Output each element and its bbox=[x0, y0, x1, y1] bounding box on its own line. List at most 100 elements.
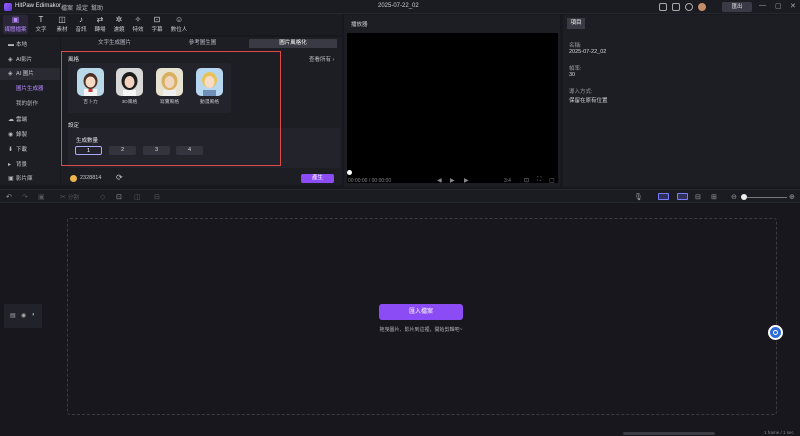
crop-icon[interactable]: ⊡ bbox=[116, 193, 122, 201]
refresh-icon[interactable]: ⟳ bbox=[116, 173, 123, 182]
style-card-ghibli[interactable]: 吉卜力 bbox=[77, 68, 104, 105]
fps-label: 幀率: bbox=[569, 66, 582, 72]
next-frame-icon[interactable]: ▶ bbox=[464, 177, 469, 184]
tab-image-to-image[interactable]: 參考圖生圖 bbox=[165, 39, 240, 48]
credit-balance: 2328814 bbox=[80, 175, 102, 181]
sidebar-item-label: 本地 bbox=[16, 42, 28, 48]
count-option-2[interactable]: 2 bbox=[109, 146, 136, 155]
marker-icon[interactable]: ◇ bbox=[100, 193, 105, 201]
app-name: HitPaw Edimakor bbox=[15, 3, 62, 9]
track-audio-icon[interactable]: ◐ bbox=[32, 312, 36, 318]
sidebar-item-label: 雲端 bbox=[16, 117, 28, 123]
fps-value: 30 bbox=[569, 72, 576, 78]
tool-effect[interactable]: ✧ 特效 bbox=[130, 15, 146, 34]
style-card-3d[interactable]: 3D風格 bbox=[116, 68, 143, 105]
sidebar-item-ai-image[interactable]: ◈ AI 圖片 bbox=[0, 68, 60, 80]
tool-sticker[interactable]: ◫ 素材 bbox=[54, 15, 70, 34]
close-icon[interactable]: ✕ bbox=[790, 2, 796, 10]
count-option-4[interactable]: 4 bbox=[176, 146, 203, 155]
sidebar-item-local[interactable]: ▬ 本地 bbox=[0, 39, 60, 51]
sidebar-item-download[interactable]: ⬇ 下載 bbox=[0, 144, 60, 156]
snapshot-icon[interactable]: ⊡ bbox=[524, 177, 529, 184]
tab-text-to-image[interactable]: 文字生成圖片 bbox=[77, 39, 152, 48]
tool-media[interactable]: ▣ 媒體檔案 bbox=[3, 15, 28, 34]
sidebar-item-label: 圖片生成器 bbox=[16, 86, 44, 92]
export-button[interactable]: 匯出 bbox=[722, 2, 752, 12]
generate-button[interactable]: 產生 bbox=[301, 174, 334, 183]
sidebar-item-my-creations[interactable]: 我的創作 bbox=[0, 98, 60, 110]
zoom-out-icon[interactable]: ⊖ bbox=[731, 193, 737, 201]
sidebar-item-record[interactable]: ◉ 錄製 bbox=[0, 129, 60, 141]
zoom-slider-handle[interactable] bbox=[741, 194, 747, 200]
split-button[interactable]: ✂ 分割 bbox=[60, 193, 79, 201]
expand-icon[interactable]: ▢ bbox=[549, 177, 555, 184]
notice-icon[interactable] bbox=[685, 3, 693, 11]
sidebar-item-label: 我的創作 bbox=[16, 101, 39, 107]
playhead-handle[interactable] bbox=[347, 170, 352, 175]
sidebar-item-label: AI影片 bbox=[16, 57, 33, 63]
sidebar-item-background[interactable]: ▸ 背景 bbox=[0, 159, 60, 171]
transition-icon: ⇄ bbox=[96, 15, 104, 24]
tool-audio-label: 音訊 bbox=[75, 27, 87, 33]
text-icon: T bbox=[38, 15, 44, 24]
cloud-icon: ☁ bbox=[8, 117, 14, 123]
tool-text[interactable]: T 文字 bbox=[33, 15, 49, 34]
tab-project[interactable]: 項目 bbox=[567, 18, 585, 29]
sidebar-item-ai-video[interactable]: ◈ AI影片 bbox=[0, 54, 60, 66]
menu-file[interactable]: 檔案 bbox=[61, 3, 73, 12]
prev-frame-icon[interactable]: ◀ bbox=[437, 177, 442, 184]
zoom-in-icon[interactable]: ⊕ bbox=[789, 193, 795, 201]
view-all-label: 查看所有 bbox=[309, 57, 332, 63]
help-chat-button[interactable] bbox=[768, 325, 783, 340]
maximize-icon[interactable]: ▢ bbox=[775, 2, 782, 10]
redo-icon[interactable]: ↷ bbox=[22, 193, 28, 201]
tool-transition[interactable]: ⇄ 轉場 bbox=[92, 15, 108, 34]
view-all-link[interactable]: 查看所有 › bbox=[309, 55, 334, 63]
count-option-3[interactable]: 3 bbox=[143, 146, 170, 155]
player-panel: 播放器 00:00:00 / 00:00:00 ◀ ▶ ▶ 3:4 ⊡ ⛶ ▢ bbox=[344, 15, 560, 187]
undo-icon[interactable]: ↶ bbox=[6, 193, 12, 201]
fit-icon[interactable]: ⊞ bbox=[711, 193, 717, 201]
style-card-realistic[interactable]: 寫實風格 bbox=[156, 68, 183, 105]
style-label: 寫實風格 bbox=[159, 100, 180, 105]
sidebar-item-video-library[interactable]: ▣ 影片庫 bbox=[0, 173, 60, 185]
sidebar-item-cloud[interactable]: ☁ 雲端 bbox=[0, 114, 60, 126]
delete-icon[interactable]: ▣ bbox=[38, 193, 45, 201]
import-files-button[interactable]: 匯入檔案 bbox=[379, 304, 463, 320]
menu-settings[interactable]: 設定 bbox=[76, 3, 88, 12]
freeze-icon[interactable]: ◫ bbox=[134, 193, 141, 201]
avatar[interactable] bbox=[698, 3, 706, 11]
microphone-icon[interactable]: 🎙 bbox=[634, 193, 643, 201]
horizontal-scrollbar[interactable] bbox=[623, 432, 715, 435]
tool-subtitle[interactable]: ⊡ 字幕 bbox=[149, 15, 165, 34]
fullscreen-icon[interactable]: ⛶ bbox=[537, 177, 541, 184]
filter-icon: ✲ bbox=[115, 15, 123, 24]
count-option-1[interactable]: 1 bbox=[75, 146, 102, 155]
track-video-icon[interactable]: ▤ bbox=[10, 312, 16, 319]
minimize-icon[interactable]: — bbox=[759, 2, 766, 9]
player-title: 播放器 bbox=[351, 22, 368, 28]
sidebar-item-label: 錄製 bbox=[16, 132, 28, 138]
screen-icon[interactable] bbox=[659, 3, 667, 11]
menu-help[interactable]: 幫助 bbox=[91, 3, 103, 12]
audio-icon: ♪ bbox=[79, 15, 83, 24]
tool-avatar[interactable]: ☺ 數位人 bbox=[169, 15, 189, 34]
tab-image-stylize[interactable]: 圖片風格化 bbox=[249, 39, 337, 48]
aspect-ratio-select[interactable]: 3:4 bbox=[504, 178, 511, 184]
track-visible-icon[interactable]: ◉ bbox=[21, 312, 26, 319]
sidebar-item-image-generator[interactable]: 圖片生成器 bbox=[0, 83, 60, 95]
message-icon[interactable] bbox=[672, 3, 680, 11]
snap-toggle[interactable] bbox=[658, 193, 669, 200]
preview-icon[interactable]: ⊟ bbox=[695, 193, 701, 201]
link-toggle[interactable] bbox=[677, 193, 688, 200]
zoom-slider[interactable] bbox=[742, 197, 787, 198]
tool-filter[interactable]: ✲ 濾鏡 bbox=[111, 15, 127, 34]
style-card-anime[interactable]: 動漫風格 bbox=[196, 68, 223, 105]
app-logo-icon bbox=[4, 3, 12, 11]
speed-icon[interactable]: ⊟ bbox=[154, 193, 160, 201]
credits-bar: 2328814 ⟳ 產生 bbox=[61, 171, 342, 185]
name-label: 名稱: bbox=[569, 43, 582, 49]
tool-audio[interactable]: ♪ 音訊 bbox=[73, 15, 89, 34]
play-icon[interactable]: ▶ bbox=[450, 177, 455, 184]
preview-screen[interactable] bbox=[347, 33, 558, 183]
